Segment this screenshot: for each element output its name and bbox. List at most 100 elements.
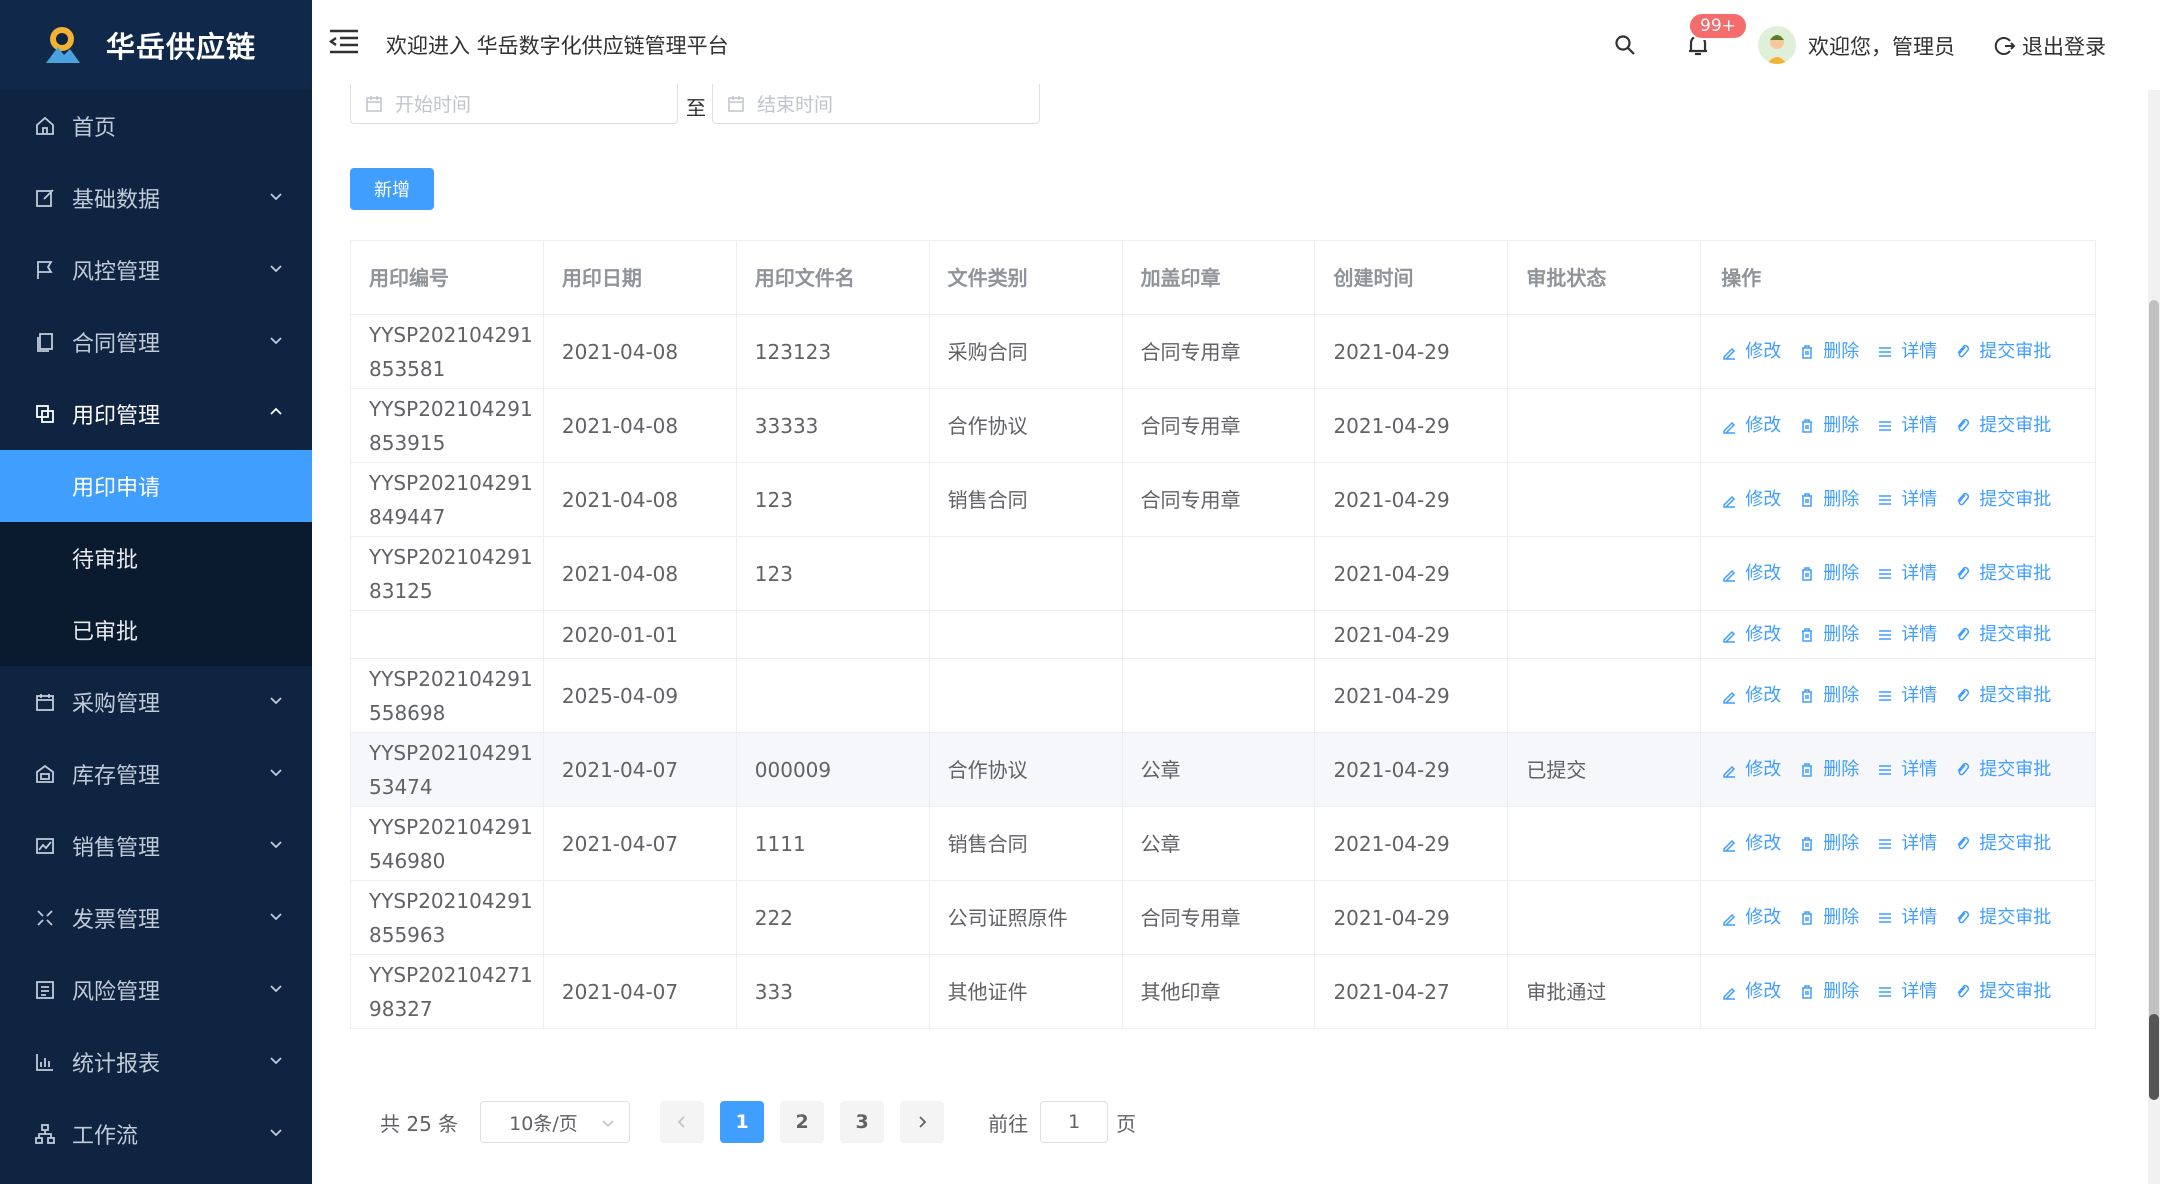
edit-button[interactable]: 修改 bbox=[1721, 557, 1781, 591]
action-label: 修改 bbox=[1745, 623, 1782, 645]
sidebar-item-seal-management[interactable]: 用印管理 bbox=[0, 378, 312, 450]
table-cell-no: YYSP202104291558698 bbox=[351, 659, 544, 732]
table-cell-type bbox=[930, 659, 1123, 732]
delete-button[interactable]: 删除 bbox=[1799, 901, 1859, 935]
sidebar-item-inventory[interactable]: 库存管理 bbox=[0, 738, 312, 810]
sidebar-item-sales[interactable]: 销售管理 bbox=[0, 810, 312, 882]
submit-approval-button[interactable]: 提交审批 bbox=[1955, 753, 2051, 787]
avatar[interactable] bbox=[1758, 26, 1796, 64]
table-row[interactable]: YYSP202104291849447 2021-04-08 123 销售合同 合同专用… bbox=[351, 463, 2096, 537]
table-row[interactable]: YYSP202104291853581 2021-04-08 123123 采购合同合… bbox=[351, 315, 2096, 389]
edit-icon bbox=[34, 187, 56, 209]
sidebar-item-workflow[interactable]: 工作流 bbox=[0, 1098, 312, 1170]
sidebar-item-label: 基础数据 bbox=[72, 188, 161, 213]
edit-button[interactable]: 修改 bbox=[1721, 409, 1781, 443]
chevron-down-icon bbox=[270, 769, 282, 777]
details-button[interactable]: 详情 bbox=[1877, 753, 1937, 787]
table-row[interactable]: YYSP202104291546980 2021-04-07 1111 销售合同 公章 2… bbox=[351, 807, 2096, 881]
sidebar-item-purchase[interactable]: 采购管理 bbox=[0, 666, 312, 738]
details-button[interactable]: 详情 bbox=[1877, 975, 1937, 1009]
logout-button[interactable]: 退出登录 bbox=[1994, 31, 2106, 61]
delete-button[interactable]: 删除 bbox=[1799, 557, 1859, 591]
scrollbar-track-thumb[interactable] bbox=[2149, 300, 2159, 1100]
submit-approval-button[interactable]: 提交审批 bbox=[1955, 335, 2051, 369]
prev-page-button[interactable] bbox=[660, 1101, 705, 1143]
delete-button[interactable]: 删除 bbox=[1799, 753, 1859, 787]
sidebar-item-approved[interactable]: 已审批 bbox=[0, 594, 312, 666]
page-size-select[interactable]: 10条/页 bbox=[480, 1101, 631, 1143]
table-cell-actions: 修改 删除 详情 提交审批 bbox=[1701, 537, 2096, 610]
sidebar-item-base-data[interactable]: 基础数据 bbox=[0, 162, 312, 234]
details-button[interactable]: 详情 bbox=[1877, 483, 1937, 517]
details-button[interactable]: 详情 bbox=[1877, 901, 1937, 935]
end-date-input[interactable]: 结束时间 bbox=[712, 84, 1040, 124]
action-label: 提交审批 bbox=[1979, 906, 2052, 928]
table-cell-no bbox=[351, 611, 544, 658]
delete-button[interactable]: 删除 bbox=[1799, 483, 1859, 517]
delete-button[interactable]: 删除 bbox=[1799, 618, 1859, 652]
sidebar-item-contract[interactable]: 合同管理 bbox=[0, 306, 312, 378]
details-icon bbox=[1879, 838, 1892, 849]
delete-icon bbox=[1802, 492, 1813, 507]
edit-button[interactable]: 修改 bbox=[1721, 483, 1781, 517]
details-button[interactable]: 详情 bbox=[1877, 335, 1937, 369]
start-date-input[interactable]: 开始时间 bbox=[350, 84, 678, 124]
submit-approval-button[interactable]: 提交审批 bbox=[1955, 618, 2051, 652]
submit-approval-button[interactable]: 提交审批 bbox=[1955, 975, 2051, 1009]
submit-approval-button[interactable]: 提交审批 bbox=[1955, 827, 2051, 861]
delete-button[interactable]: 删除 bbox=[1799, 409, 1859, 443]
delete-button[interactable]: 删除 bbox=[1799, 975, 1859, 1009]
page-button-3[interactable]: 3 bbox=[840, 1101, 885, 1143]
sidebar-item-invoice[interactable]: 发票管理 bbox=[0, 882, 312, 954]
table-row[interactable]: YYSP20210429183125 2021-04-08 123 2021-04-2… bbox=[351, 537, 2096, 611]
submit-approval-button[interactable]: 提交审批 bbox=[1955, 679, 2051, 713]
sidebar-item-pending-approval[interactable]: 待审批 bbox=[0, 522, 312, 594]
edit-button[interactable]: 修改 bbox=[1721, 901, 1781, 935]
edit-button[interactable]: 修改 bbox=[1721, 975, 1781, 1009]
goto-page-input[interactable] bbox=[1040, 1101, 1109, 1143]
table-row[interactable]: YYSP202104291558698 2025-04-09 2021-04-29 修… bbox=[351, 659, 2096, 733]
submit-approval-button[interactable]: 提交审批 bbox=[1955, 483, 2051, 517]
search-icon[interactable] bbox=[1614, 34, 1636, 56]
details-button[interactable]: 详情 bbox=[1877, 827, 1937, 861]
action-label: 提交审批 bbox=[1979, 562, 2052, 584]
details-button[interactable]: 详情 bbox=[1877, 679, 1937, 713]
delete-button[interactable]: 删除 bbox=[1799, 827, 1859, 861]
submit-approval-button[interactable]: 提交审批 bbox=[1955, 557, 2051, 591]
action-label: 提交审批 bbox=[1979, 488, 2052, 510]
page-button-2[interactable]: 2 bbox=[780, 1101, 825, 1143]
menu-fold-icon[interactable] bbox=[328, 28, 360, 56]
sidebar-item-home[interactable]: 首页 bbox=[0, 90, 312, 162]
table-row[interactable]: YYSP202104291855963 222 公司证照原件 合同专用章 2021-04… bbox=[351, 881, 2096, 955]
delete-button[interactable]: 删除 bbox=[1799, 679, 1859, 713]
edit-button[interactable]: 修改 bbox=[1721, 618, 1781, 652]
add-button[interactable]: 新增 bbox=[350, 168, 434, 210]
action-label: 修改 bbox=[1745, 832, 1782, 854]
submit-approval-button[interactable]: 提交审批 bbox=[1955, 409, 2051, 443]
user-greeting[interactable]: 欢迎您，管理员 bbox=[1808, 31, 1955, 61]
edit-button[interactable]: 修改 bbox=[1721, 679, 1781, 713]
edit-button[interactable]: 修改 bbox=[1721, 753, 1781, 787]
table-cell-file bbox=[737, 659, 930, 732]
details-button[interactable]: 详情 bbox=[1877, 409, 1937, 443]
table-cell-date: 2021-04-07 bbox=[544, 955, 737, 1028]
edit-button[interactable]: 修改 bbox=[1721, 827, 1781, 861]
details-button[interactable]: 详情 bbox=[1877, 618, 1937, 652]
sidebar-item-seal-apply[interactable]: 用印申请 bbox=[0, 450, 312, 522]
sidebar-item-risk-management[interactable]: 风险管理 bbox=[0, 954, 312, 1026]
sidebar-item-reports[interactable]: 统计报表 bbox=[0, 1026, 312, 1098]
edit-button[interactable]: 修改 bbox=[1721, 335, 1781, 369]
page-scrollbar[interactable] bbox=[2148, 90, 2160, 1184]
table-row[interactable]: YYSP20210429153474 2021-04-07 000009 合作协议 公章… bbox=[351, 733, 2096, 807]
page-button-1[interactable]: 1 bbox=[720, 1101, 765, 1143]
table-row[interactable]: YYSP20210427198327 2021-04-07 333 其他证件 其他印章 2… bbox=[351, 955, 2096, 1029]
details-button[interactable]: 详情 bbox=[1877, 557, 1937, 591]
pagination: 共 25 条 10条/页 1 2 3 前往 页 bbox=[380, 1100, 1136, 1144]
submit-approval-button[interactable]: 提交审批 bbox=[1955, 901, 2051, 935]
delete-button[interactable]: 删除 bbox=[1799, 335, 1859, 369]
scrollbar-thumb[interactable] bbox=[2149, 1014, 2159, 1100]
sidebar-item-risk-control[interactable]: 风控管理 bbox=[0, 234, 312, 306]
table-row[interactable]: YYSP202104291853915 2021-04-08 33333 合作协议 合同… bbox=[351, 389, 2096, 463]
next-page-button[interactable] bbox=[900, 1101, 945, 1143]
table-row[interactable]: 2020-01-01 2021-04-29 修改 删除 详情 提交审批 bbox=[351, 611, 2096, 659]
